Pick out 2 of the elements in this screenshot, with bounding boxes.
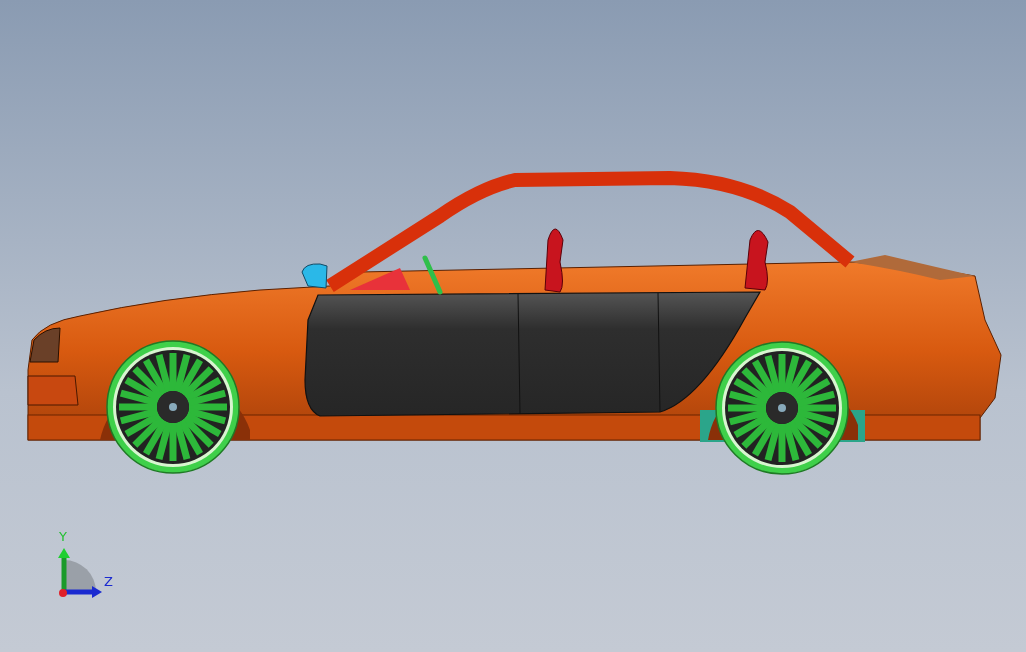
z-axis-label: Z <box>104 575 113 588</box>
y-axis-label: Y <box>59 530 67 543</box>
